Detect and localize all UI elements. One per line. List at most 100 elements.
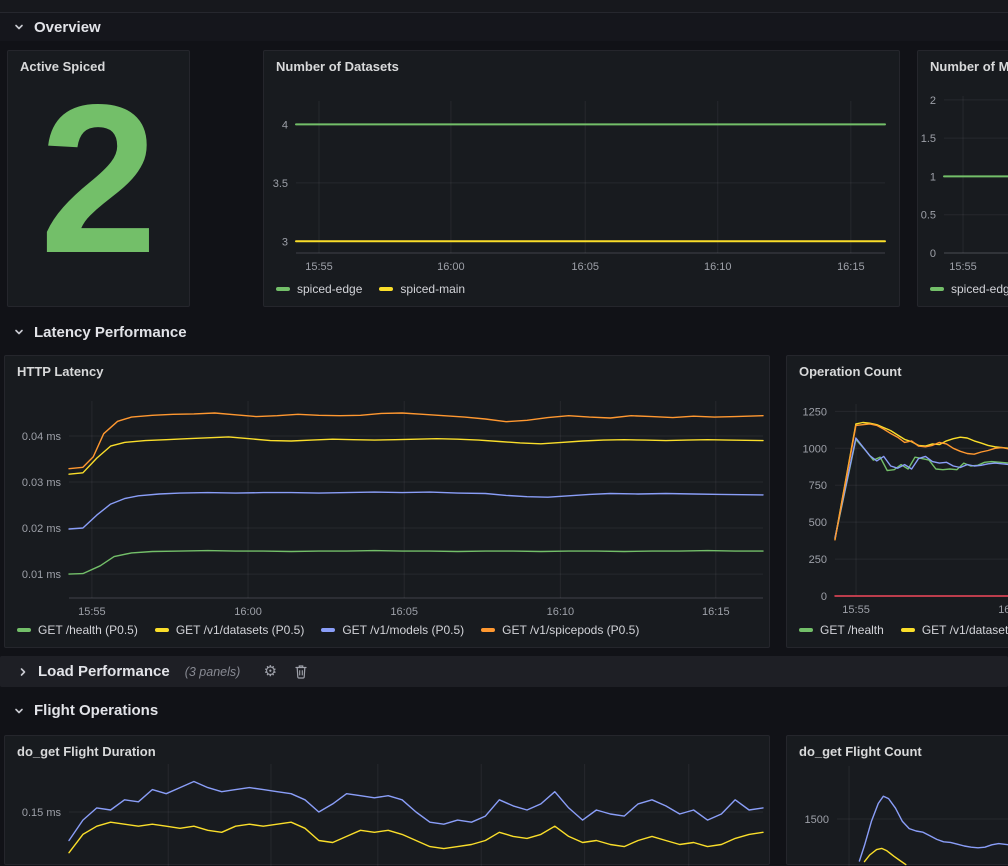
series-line [69, 782, 763, 841]
y-axis-tick-label: 0.02 ms [22, 523, 62, 535]
x-axis-tick-label: 16:00 [437, 261, 465, 273]
section-header-latency-performance[interactable]: Latency Performance [0, 318, 1008, 346]
y-axis-tick-label: 1 [930, 171, 936, 183]
y-axis-tick-label: 0.01 ms [22, 569, 62, 581]
legend-item[interactable]: GET /health (P0.5) [17, 623, 138, 637]
y-axis-tick-label: 3 [282, 236, 288, 248]
y-axis-tick-label: 750 [809, 480, 827, 492]
panel-title-number-of-models[interactable]: Number of Models [930, 59, 1008, 74]
panel-number-of-datasets: Number of Datasets 43.5315:5516:0016:051… [263, 50, 900, 307]
legend-series-dash [276, 287, 290, 291]
panel-number-of-models: Number of Models 21.510.5015:5516:00spic… [917, 50, 1008, 307]
section-header-flight-operations[interactable]: Flight Operations [0, 697, 1008, 724]
legend-series-label: spiced-main [400, 282, 465, 296]
section-header-load-performance[interactable]: Load Performance (3 panels) ⚙ [0, 656, 1008, 687]
legend-series-dash [155, 628, 169, 632]
x-axis-tick-label: 15:55 [78, 606, 106, 618]
big-stat-value: 2 [8, 51, 189, 306]
legend-item[interactable]: GET /v1/datasets (P0.5) [155, 623, 305, 637]
legend-item[interactable]: GET /v1/datasets [901, 623, 1008, 637]
legend-series-label: GET /v1/datasets [922, 623, 1008, 637]
panel-operation-count: Operation Count 12501000750500250015:551… [786, 355, 1008, 648]
panel-title-active-spiced[interactable]: Active Spiced [20, 59, 105, 74]
series-line [835, 439, 1008, 538]
panel-do-get-flight-count: do_get Flight Count 1500 [786, 735, 1008, 865]
series-line [835, 423, 1008, 540]
trash-icon[interactable] [290, 662, 312, 682]
x-axis-tick-label: 16:10 [547, 606, 575, 618]
legend-series-label: GET /v1/models (P0.5) [342, 623, 464, 637]
chevron-down-icon [13, 705, 25, 717]
panel-active-spiced: Active Spiced 2 [7, 50, 190, 307]
x-axis-tick-label: 16:15 [702, 606, 730, 618]
chart-legend: GET /healthGET /v1/datasetsGET /v1/model… [799, 623, 1008, 637]
y-axis-tick-label: 0.04 ms [22, 431, 62, 443]
gear-icon[interactable]: ⚙ [259, 662, 281, 682]
section-title-latency-performance: Latency Performance [34, 324, 187, 341]
y-axis-tick-label: 1.5 [921, 133, 936, 145]
legend-series-dash [930, 287, 944, 291]
x-axis-tick-label: 16:10 [704, 261, 732, 273]
series-line [69, 492, 763, 529]
legend-series-label: GET /v1/spicepods (P0.5) [502, 623, 639, 637]
legend-item[interactable]: spiced-edge [930, 282, 1008, 296]
models-chart: 21.510.5015:5516:00spiced-edgespiced-mai… [918, 51, 1008, 306]
series-line [859, 796, 1008, 861]
section-title-load-performance: Load Performance [38, 663, 170, 680]
top-strip [0, 0, 1008, 13]
panel-title-flight-count[interactable]: do_get Flight Count [799, 744, 922, 759]
datasets-chart: 43.5315:5516:0016:0516:1016:15spiced-edg… [264, 51, 899, 306]
panel-http-latency: HTTP Latency 0.04 ms0.03 ms0.02 ms0.01 m… [4, 355, 770, 648]
panel-title-flight-duration[interactable]: do_get Flight Duration [17, 744, 156, 759]
x-axis-tick-label: 16:05 [390, 606, 418, 618]
legend-series-dash [901, 628, 915, 632]
y-axis-tick-label: 4 [282, 119, 288, 131]
series-line [835, 438, 1008, 538]
section-title-overview: Overview [34, 19, 101, 36]
legend-series-label: GET /health [820, 623, 884, 637]
section-panel-count: (3 panels) [185, 665, 241, 679]
x-axis-tick-label: 16:15 [837, 261, 865, 273]
chart-legend: spiced-edge spiced-main [276, 282, 465, 296]
x-axis-tick-label: 15:55 [842, 604, 870, 616]
legend-series-label: spiced-edge [951, 282, 1008, 296]
section-header-overview[interactable]: Overview [0, 13, 1008, 41]
legend-series-label: GET /health (P0.5) [38, 623, 138, 637]
chart-legend: GET /health (P0.5) GET /v1/datasets (P0.5… [17, 623, 639, 637]
y-axis-tick-label: 250 [809, 554, 827, 566]
panel-title-number-of-datasets[interactable]: Number of Datasets [276, 59, 399, 74]
legend-item[interactable]: GET /v1/spicepods (P0.5) [481, 623, 639, 637]
y-axis-tick-label: 0.5 [921, 210, 936, 222]
x-axis-tick-label: 16:05 [571, 261, 599, 273]
legend-series-label: GET /v1/datasets (P0.5) [176, 623, 305, 637]
legend-item[interactable]: GET /v1/models (P0.5) [321, 623, 464, 637]
y-axis-tick-label: 0 [930, 248, 936, 260]
legend-item[interactable]: spiced-main [379, 282, 465, 296]
legend-series-dash [379, 287, 393, 291]
http-latency-chart: 0.04 ms0.03 ms0.02 ms0.01 ms15:5516:0016… [5, 356, 769, 647]
y-axis-tick-label: 1000 [803, 443, 827, 455]
y-axis-tick-label: 0.15 ms [22, 807, 62, 819]
chart-canvas: 43.5315:5516:0016:0516:1016:15 [264, 51, 901, 308]
section-title-flight-operations: Flight Operations [34, 702, 158, 719]
chart-canvas: 21.510.5015:5516:00 [918, 51, 1008, 308]
legend-series-dash [799, 628, 813, 632]
y-axis-tick-label: 2 [930, 95, 936, 107]
legend-series-dash [321, 628, 335, 632]
series-line [69, 822, 763, 853]
chart-legend: spiced-edgespiced-main [930, 282, 1008, 296]
chevron-down-icon [13, 326, 25, 338]
x-axis-tick-label: 15:55 [949, 261, 977, 273]
y-axis-tick-label: 0 [821, 591, 827, 603]
legend-series-dash [481, 628, 495, 632]
legend-item[interactable]: GET /health [799, 623, 884, 637]
chart-canvas: 12501000750500250015:5516:00 [787, 356, 1008, 649]
legend-item[interactable]: spiced-edge [276, 282, 362, 296]
series-line [69, 551, 763, 575]
chevron-down-icon [13, 21, 25, 33]
panel-title-http-latency[interactable]: HTTP Latency [17, 364, 103, 379]
panel-title-operation-count[interactable]: Operation Count [799, 364, 902, 379]
y-axis-tick-label: 3.5 [273, 178, 288, 190]
series-line [865, 848, 906, 864]
series-line [69, 437, 763, 474]
